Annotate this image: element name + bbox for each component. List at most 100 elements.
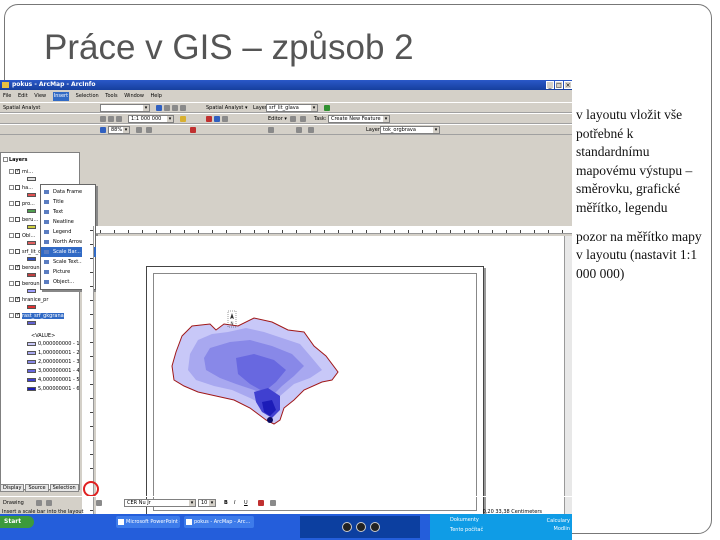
menu-help[interactable]: Help <box>151 92 162 101</box>
tray-modlin[interactable]: Modlin <box>547 525 571 533</box>
tray-my-computer[interactable]: Tento počítač <box>450 527 483 533</box>
tab-display[interactable]: Display <box>0 484 25 492</box>
layer-symbol-swatch <box>27 288 36 293</box>
arc-catalog-icon[interactable] <box>214 116 220 122</box>
cut-icon[interactable] <box>100 116 106 122</box>
layout-toolbar-icon[interactable] <box>190 127 196 133</box>
sketch-tool-icon[interactable] <box>300 116 306 122</box>
expand-icon[interactable] <box>9 297 14 302</box>
copy-icon[interactable] <box>108 116 114 122</box>
layer-visibility-checkbox[interactable] <box>15 281 20 286</box>
select-elements-icon[interactable] <box>36 500 42 506</box>
ruler-tick <box>562 230 563 233</box>
ruler-tick <box>90 412 93 413</box>
font-combo[interactable]: CER Nu Jr <box>124 499 196 507</box>
tray-calculator[interactable]: Calculary <box>547 517 570 525</box>
tray-documents[interactable]: Dokumenty <box>450 517 479 523</box>
expand-icon[interactable] <box>9 185 14 190</box>
drawing-menu[interactable]: Drawing <box>3 500 24 506</box>
target-combo[interactable]: Create New Feature <box>328 115 390 123</box>
menu-tools[interactable]: Tools <box>105 92 117 101</box>
layout-vertical-scrollbar[interactable] <box>564 236 572 540</box>
rotate-icon[interactable] <box>46 500 52 506</box>
layout-view[interactable]: N <box>96 236 572 540</box>
close-icon[interactable]: × <box>564 81 572 89</box>
arc-toolbox-icon[interactable] <box>206 116 212 122</box>
whats-this-icon[interactable] <box>222 116 228 122</box>
layer-visibility-checkbox[interactable] <box>15 249 20 254</box>
task-arcmap[interactable]: pokus - ArcMap - Arc... <box>184 516 254 528</box>
ruler-tick <box>366 230 367 233</box>
layer-visibility-checkbox[interactable]: ✓ <box>15 265 20 270</box>
print-icon[interactable] <box>180 105 186 111</box>
expand-icon[interactable] <box>9 169 14 174</box>
insert-menu-item[interactable]: Title <box>41 197 97 207</box>
pan-page-icon[interactable] <box>146 127 152 133</box>
histogram-icon[interactable] <box>324 105 330 111</box>
underline-button[interactable]: U <box>244 500 248 506</box>
menu-edit[interactable]: Edit <box>18 92 28 101</box>
page-zoom-icon[interactable] <box>136 127 142 133</box>
toc-root[interactable]: Layers <box>3 155 28 165</box>
tab-selection[interactable]: Selection <box>49 484 79 492</box>
italic-button[interactable]: I <box>234 500 235 506</box>
zoom-in-icon[interactable] <box>100 127 106 133</box>
expand-icon[interactable] <box>9 201 14 206</box>
tab-source[interactable]: Source <box>25 484 49 492</box>
stop-icon[interactable] <box>356 522 366 532</box>
new-icon[interactable] <box>156 105 162 111</box>
expand-icon[interactable] <box>9 281 14 286</box>
maximize-icon[interactable]: □ <box>555 81 563 89</box>
ruler-tick <box>114 230 115 233</box>
menu-view[interactable]: View <box>34 92 46 101</box>
find-icon[interactable] <box>296 127 302 133</box>
play-icon[interactable] <box>342 522 352 532</box>
map-scale-combo[interactable]: 1:1 000 000 <box>128 115 174 123</box>
task-powerpoint[interactable]: Microsoft PowerPoint - [...] <box>116 516 180 528</box>
ruler-tick <box>90 342 93 343</box>
insert-menu-item[interactable]: Data Frame <box>41 187 97 197</box>
font-size-combo[interactable]: 10 <box>198 499 216 507</box>
new-text-icon[interactable] <box>96 500 102 506</box>
identify-icon[interactable] <box>268 127 274 133</box>
layer-visibility-checkbox[interactable] <box>15 201 20 206</box>
expand-icon[interactable] <box>9 313 14 318</box>
paste-icon[interactable] <box>116 116 122 122</box>
editor-icon[interactable] <box>180 116 186 122</box>
expand-icon[interactable] <box>9 265 14 270</box>
layer-visibility-checkbox[interactable] <box>15 217 20 222</box>
menu-window[interactable]: Window <box>124 92 144 101</box>
menu-selection[interactable]: Selection <box>76 92 99 101</box>
layout-zoom-combo[interactable]: 88% <box>108 126 130 134</box>
start-button[interactable]: Start <box>0 516 34 528</box>
spatial-analyst-layer-combo[interactable] <box>100 104 150 112</box>
insert-menu-item[interactable]: Text <box>41 207 97 217</box>
expand-icon[interactable] <box>9 233 14 238</box>
layer-combo[interactable]: srf_lit_glava <box>266 104 318 112</box>
layer-visibility-checkbox[interactable] <box>15 185 20 190</box>
layer-visibility-checkbox[interactable]: ✓ <box>15 313 20 318</box>
collapse-icon[interactable] <box>3 157 8 162</box>
layer-visibility-checkbox[interactable]: ✓ <box>15 169 20 174</box>
expand-icon[interactable] <box>9 217 14 222</box>
menu-insert[interactable]: Insert <box>52 92 70 101</box>
ruler-tick <box>90 454 93 455</box>
layer-visibility-checkbox[interactable]: ✓ <box>15 297 20 302</box>
layer-combo-2[interactable]: tok_orgbrava <box>380 126 440 134</box>
open-icon[interactable] <box>164 105 170 111</box>
layer-visibility-checkbox[interactable] <box>15 233 20 238</box>
menu-file[interactable]: File <box>3 92 11 101</box>
measure-icon[interactable] <box>308 127 314 133</box>
data-frame[interactable]: N <box>153 273 477 511</box>
bold-button[interactable]: B <box>224 500 228 506</box>
expand-icon[interactable] <box>9 249 14 254</box>
font-color-icon[interactable] <box>258 500 264 506</box>
edit-tool-icon[interactable] <box>290 116 296 122</box>
horizontal-ruler <box>96 226 572 234</box>
fill-color-icon[interactable] <box>270 500 276 506</box>
minimize-icon[interactable]: _ <box>546 81 554 89</box>
legend-class-swatch <box>27 350 36 355</box>
next-icon[interactable] <box>370 522 380 532</box>
save-icon[interactable] <box>172 105 178 111</box>
ruler-tick <box>408 230 409 233</box>
